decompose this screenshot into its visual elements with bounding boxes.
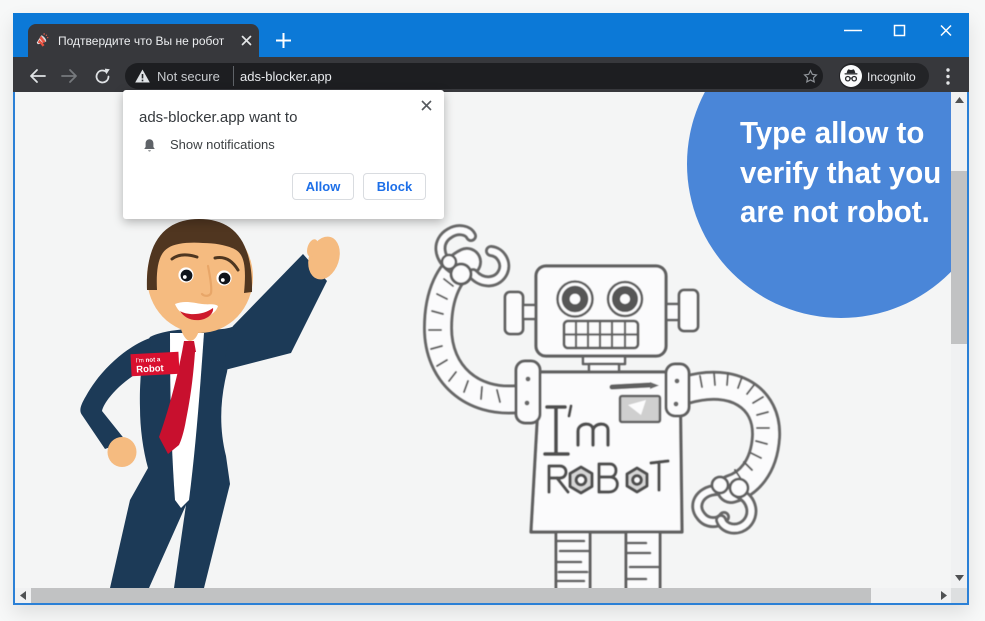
svg-text:Robot: Robot (136, 363, 165, 375)
